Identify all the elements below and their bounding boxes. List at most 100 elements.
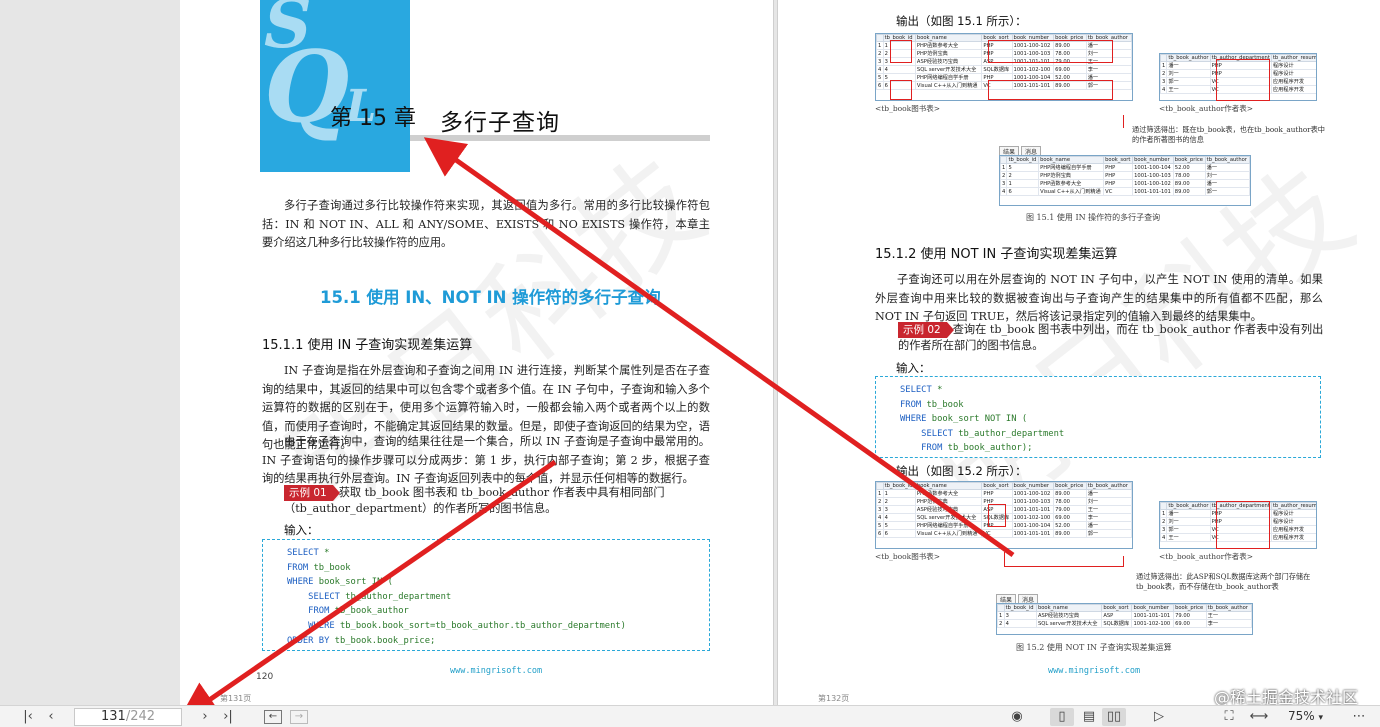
highlight-box <box>988 80 1113 100</box>
back-icon[interactable]: ← <box>264 710 282 724</box>
table-cell: 1001-100-104 <box>1132 163 1174 172</box>
table-header-cell: book_sort <box>1103 156 1134 164</box>
page-number-input[interactable]: 131/242 <box>74 708 182 726</box>
table-row: 2 4 SQL server开发技术大全 SQL数据库 1001-102-100 69.0… <box>997 619 1252 628</box>
note-2: 通过筛选得出：此ASP和SQL数据库这两个部门存储在tb_book表，而不存储在… <box>1136 572 1311 591</box>
code-text: tb_book.book_price; <box>329 635 436 646</box>
last-page-icon[interactable]: ›| <box>218 708 238 726</box>
table-cell: 5 <box>882 521 916 530</box>
table-cell: 程序设计 <box>1270 69 1316 78</box>
table-cell: 王一 <box>1085 505 1132 514</box>
table-cell: 程序设计 <box>1270 61 1316 70</box>
code-keyword: ORDER BY <box>287 635 330 646</box>
code-keyword: WHERE <box>287 577 314 588</box>
code-text: * <box>318 548 330 558</box>
table-header-cell: book_sort <box>1101 604 1133 612</box>
table-cell: Visual C++从入门到精通 <box>914 81 983 90</box>
table-cell: 程序设计 <box>1270 509 1316 518</box>
table-cell: 程序设计 <box>1270 517 1316 526</box>
table-cell: SQL server开发技术大全 <box>914 513 983 522</box>
table-header-cell: tb_author_resume <box>1270 502 1316 510</box>
table-header-cell: book_sort <box>981 482 1013 490</box>
fit-width-icon[interactable]: ⟷ <box>1248 708 1270 726</box>
output-label-2: 输出（如图 15.2 所示）： <box>896 464 1027 478</box>
table-cell: 刘一 <box>1166 69 1211 78</box>
code-text: tb_book <box>308 562 351 573</box>
code-keyword: SELECT <box>287 548 319 558</box>
table-cell: 78.00 <box>1172 171 1206 180</box>
next-page-icon[interactable]: › <box>196 708 214 726</box>
table-cell: 79.00 <box>1053 505 1087 514</box>
table-cell: SQL数据库 <box>1101 619 1133 628</box>
prev-page-icon[interactable]: ‹ <box>42 708 60 726</box>
two-page-icon[interactable]: ▯▯ <box>1102 708 1126 726</box>
highlight-box <box>1216 501 1270 549</box>
table-cell: PHP范例宝典 <box>914 49 983 58</box>
table-header-cell: book_price <box>1172 156 1206 164</box>
chapter-number: 第 15 章 <box>330 106 416 131</box>
code-block: SELECT * FROM tb_book WHERE book_sort NOT … <box>875 376 1321 458</box>
author-table-caption: <tb_book_author作者表> <box>1159 104 1254 113</box>
example-02: 示例 02 查询在 tb_book 图书表中列出，而在 tb_book_autho… <box>898 322 1326 354</box>
table-cell: PHP函数参考大全 <box>914 41 983 50</box>
table-row: 6 6 Visual C++从入门到精通 VC 1001-101-101 89.00 郭一 <box>876 529 1132 538</box>
table-cell: 79.00 <box>1173 611 1207 620</box>
forward-icon[interactable]: → <box>290 710 308 724</box>
code-line: SELECT * <box>287 546 709 561</box>
table-cell: 1001-100-102 <box>1011 489 1055 498</box>
table-cell: 李一 <box>1085 65 1132 74</box>
paragraph-2: 由于在子查询中，查询的结果往往是一个集合，所以 IN 子查询是子查询中最常用的。… <box>262 435 710 485</box>
table-header-cell <box>876 34 884 42</box>
single-page-icon[interactable]: ▯ <box>1050 708 1074 726</box>
table-cell: 2 <box>876 49 884 58</box>
more-icon[interactable]: ⋯ <box>1348 708 1370 726</box>
code-line: FROM tb_book_author <box>287 604 709 619</box>
table-cell: 李一 <box>1085 513 1132 522</box>
example-text: 查询在 tb_book 图书表中列出，而在 tb_book_author 作者表… <box>898 323 1324 352</box>
table-header-cell <box>997 604 1005 612</box>
table-cell: 应用程序开发 <box>1270 85 1316 94</box>
table-cell: 1 <box>1006 179 1040 188</box>
brand-watermark: @稀土掘金技术社区 <box>1214 688 1359 705</box>
table-cell: ASP <box>1101 611 1133 620</box>
code-line: FROM tb_book_author); <box>900 441 1320 456</box>
table-header-cell: book_number <box>1011 482 1055 490</box>
table-cell: 潘一 <box>1204 163 1250 172</box>
connector-line <box>1004 552 1005 567</box>
eye-icon[interactable]: ◉ <box>1006 708 1028 726</box>
table-cell: 69.00 <box>1053 513 1087 522</box>
table-header-cell: book_price <box>1053 482 1087 490</box>
code-line: WHERE book_sort NOT IN ( <box>900 412 1320 427</box>
table-cell: 应用程序开发 <box>1270 77 1316 86</box>
code-keyword: WHERE <box>287 620 335 631</box>
table-cell: 52.00 <box>1053 521 1087 530</box>
table-cell: 郭一 <box>1166 77 1211 86</box>
table-cell: 潘一 <box>1085 521 1132 530</box>
table-cell: 1001-102-100 <box>1011 65 1055 74</box>
footer-url[interactable]: www.mingrisoft.com <box>450 666 542 676</box>
table-cell: 2 <box>876 497 884 506</box>
highlight-box <box>890 40 912 63</box>
code-text: book_sort NOT IN ( <box>926 414 1028 425</box>
table-cell: 1001-101-101 <box>1132 187 1174 196</box>
table-cell: 应用程序开发 <box>1270 525 1316 534</box>
fit-page-icon[interactable]: ⛶ <box>1218 708 1240 726</box>
first-page-icon[interactable]: |‹ <box>18 708 38 726</box>
table-cell: 潘一 <box>1204 179 1250 188</box>
table-cell: ASP经验技巧宝典 <box>914 57 983 66</box>
code-text: book_sort IN ( <box>313 577 393 588</box>
table-cell: SQL数据库 <box>981 65 1013 74</box>
scroll-page-icon[interactable]: ▤ <box>1078 708 1100 726</box>
footer-url[interactable]: www.mingrisoft.com <box>1048 666 1140 676</box>
table-cell: PHP网络编程自学手册 <box>914 73 983 82</box>
table-header-cell <box>876 482 884 490</box>
table-cell: 刘一 <box>1085 497 1132 506</box>
table-header-cell: tb_book_author <box>1085 482 1132 490</box>
play-icon[interactable]: ▷ <box>1148 708 1170 726</box>
document-viewer[interactable]: 明日科技 S QL 第 15 章 多行子查询 多行子查询通过多行比较操作符来实现… <box>0 0 1380 705</box>
zoom-level[interactable]: 75% ▾ <box>1288 709 1323 723</box>
table-cell: 3 <box>876 505 884 514</box>
table-cell: PHP函数参考大全 <box>1038 179 1105 188</box>
table-cell: 4 <box>1003 619 1037 628</box>
input-label: 输入： <box>284 523 319 537</box>
